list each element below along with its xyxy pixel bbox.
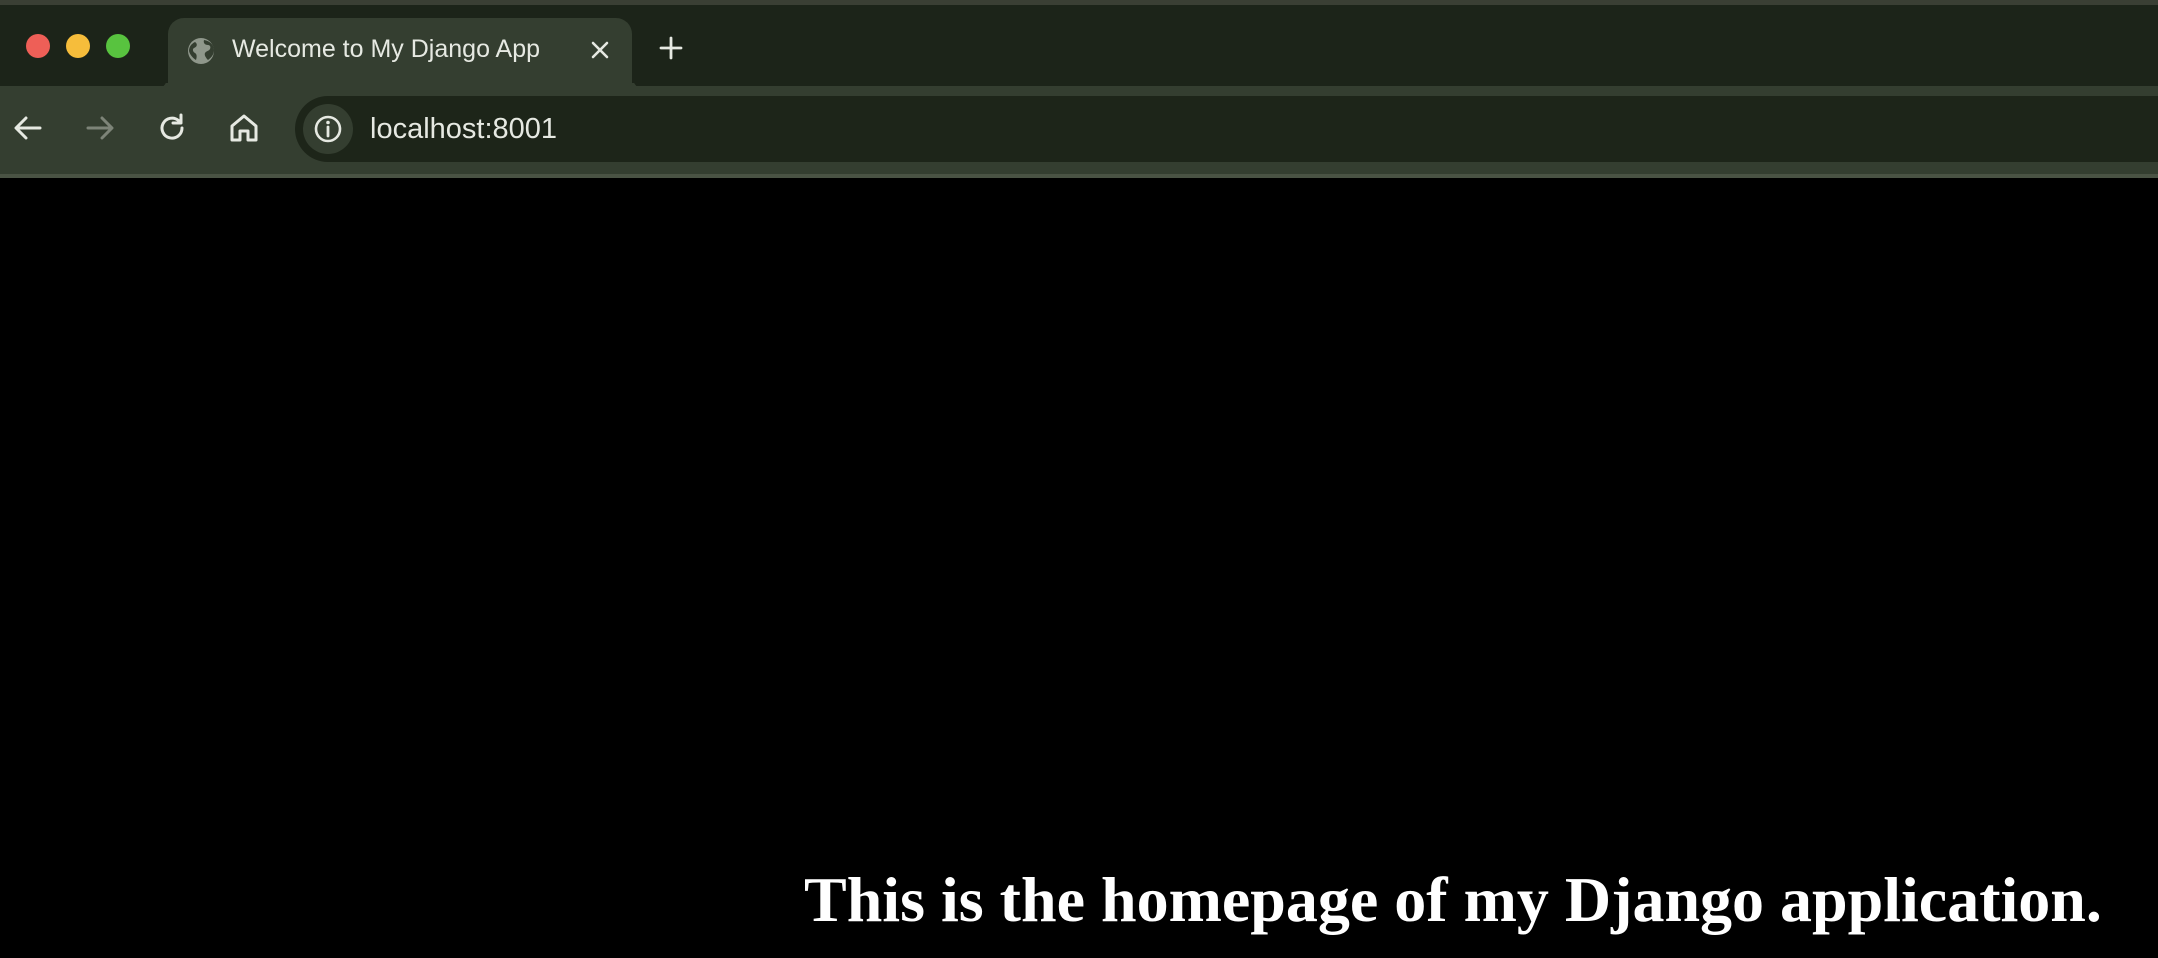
back-arrow-icon[interactable] bbox=[10, 110, 46, 146]
home-icon[interactable] bbox=[226, 110, 262, 146]
globe-icon bbox=[186, 36, 216, 66]
new-tab-plus-icon[interactable] bbox=[656, 33, 686, 63]
page-heading: This is the homepage of my Django applic… bbox=[804, 864, 2102, 935]
browser-toolbar: localhost:8001 bbox=[0, 86, 2158, 178]
address-bar[interactable]: localhost:8001 bbox=[295, 96, 2158, 162]
window-maximize-button[interactable] bbox=[106, 34, 130, 58]
window-close-button[interactable] bbox=[26, 34, 50, 58]
browser-window: Welcome to My Django App localhost:8001 … bbox=[0, 0, 2158, 958]
window-minimize-button[interactable] bbox=[66, 34, 90, 58]
tab-title: Welcome to My Django App bbox=[232, 35, 541, 63]
tab-close-icon[interactable] bbox=[586, 36, 614, 64]
forward-arrow-icon[interactable] bbox=[82, 110, 118, 146]
url-text: localhost:8001 bbox=[370, 113, 558, 145]
info-icon[interactable] bbox=[303, 104, 353, 154]
tab-strip: Welcome to My Django App bbox=[0, 0, 2158, 91]
tab-active[interactable]: Welcome to My Django App bbox=[168, 18, 632, 91]
reload-icon[interactable] bbox=[154, 110, 190, 146]
page-viewport: This is the homepage of my Django applic… bbox=[0, 178, 2158, 958]
